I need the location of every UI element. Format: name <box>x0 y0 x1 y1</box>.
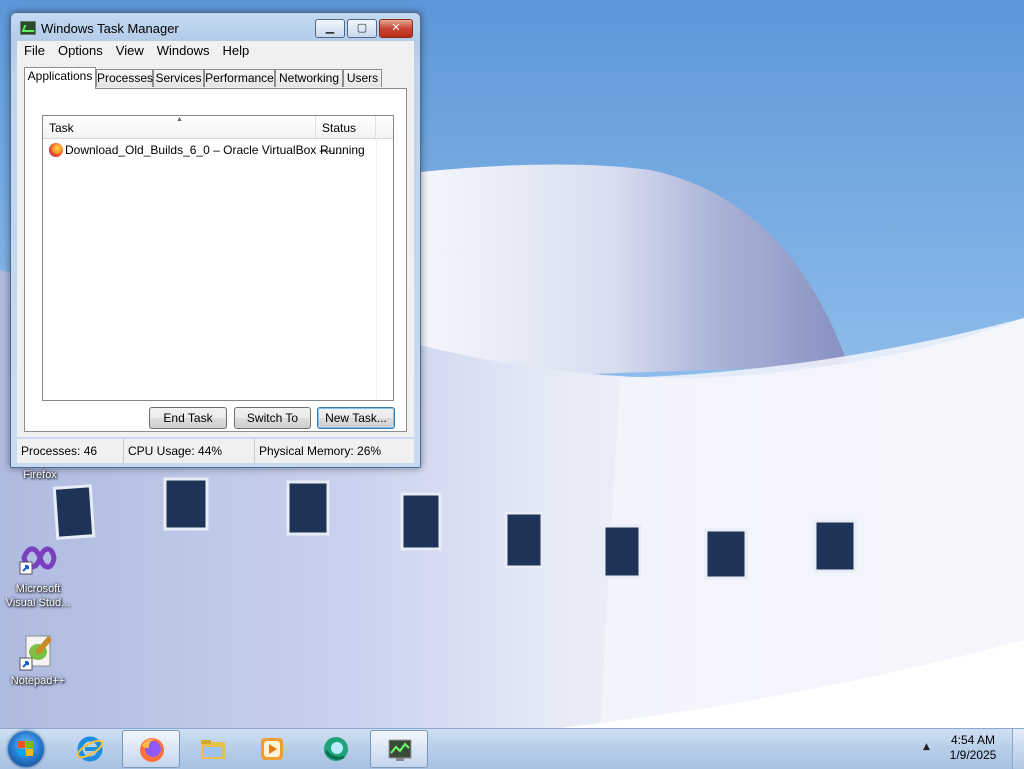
menu-file[interactable]: File <box>17 41 51 58</box>
taskbar: ▲ 4:54 AM 1/9/2025 <box>0 728 1024 769</box>
tab-performance[interactable]: Performance <box>204 69 275 87</box>
show-hidden-icons-icon[interactable]: ▲ <box>923 742 930 752</box>
column-header-status[interactable]: Status <box>316 116 376 138</box>
column-divider <box>376 138 377 400</box>
tab-users[interactable]: Users <box>343 69 382 87</box>
clock-date: 1/9/2025 <box>949 748 997 762</box>
task-manager-icon <box>20 21 36 35</box>
window-titlebar[interactable]: Windows Task Manager ▁ ▢ ✕ <box>11 13 420 43</box>
file-explorer-icon <box>201 740 225 759</box>
minimize-button[interactable]: ▁ <box>315 19 345 38</box>
sort-arrow-icon: ▲ <box>176 116 183 123</box>
menu-help[interactable]: Help <box>215 41 255 58</box>
applications-panel: Task ▲ Status Download_Old_Builds_6_0 – … <box>24 88 407 432</box>
windows-logo-icon <box>18 741 34 757</box>
task-list[interactable]: Task ▲ Status Download_Old_Builds_6_0 – … <box>42 115 394 401</box>
status-processes: Processes: 46 <box>17 439 124 463</box>
app-icon <box>324 737 348 761</box>
menu-options[interactable]: Options <box>51 41 109 58</box>
tab-processes[interactable]: Processes <box>96 69 153 87</box>
status-cpu-usage: CPU Usage: 44% <box>124 439 255 463</box>
task-manager-window: Windows Task Manager ▁ ▢ ✕ File Options Vi… <box>10 12 421 468</box>
window-body: Applications Processes Services Performa… <box>17 61 414 437</box>
media-player-icon <box>261 738 283 760</box>
taskbar-file-explorer[interactable] <box>184 730 242 768</box>
menu-windows[interactable]: Windows <box>150 41 216 58</box>
taskbar-app[interactable] <box>307 730 365 768</box>
new-task-button[interactable]: New Task... <box>317 407 395 429</box>
desktop-icon-notepadpp[interactable]: Notepad++ <box>0 632 76 688</box>
maximize-button[interactable]: ▢ <box>347 19 377 38</box>
list-header: Task ▲ Status <box>43 116 393 139</box>
desktop-icon-visual-studio[interactable]: Microsoft Visual Stud... <box>0 540 76 610</box>
internet-explorer-icon <box>76 736 104 762</box>
taskbar-task-manager[interactable] <box>370 730 428 768</box>
row-status: Running <box>320 143 365 157</box>
show-desktop-button[interactable] <box>1012 729 1024 769</box>
clock-time: 4:54 AM <box>950 733 996 747</box>
close-button[interactable]: ✕ <box>379 19 413 38</box>
taskbar-firefox[interactable] <box>122 730 180 768</box>
visual-studio-icon <box>18 540 58 580</box>
task-manager-icon <box>388 739 412 761</box>
desktop-icon-label: Microsoft Visual Stud... <box>5 583 71 609</box>
switch-to-button[interactable]: Switch To <box>234 407 311 429</box>
firefox-icon <box>140 738 164 762</box>
desktop-icon-label: Firefox <box>23 469 57 481</box>
end-task-button[interactable]: End Task <box>149 407 227 429</box>
menu-view[interactable]: View <box>109 41 150 58</box>
window-title: Windows Task Manager <box>41 21 179 36</box>
system-clock[interactable]: 4:54 AM 1/9/2025 <box>940 733 1006 763</box>
tab-networking[interactable]: Networking <box>275 69 343 87</box>
taskbar-internet-explorer[interactable] <box>61 730 119 768</box>
status-bar: Processes: 46 CPU Usage: 44% Physical Me… <box>17 439 414 463</box>
tab-applications[interactable]: Applications <box>24 67 96 89</box>
row-task-name: Download_Old_Builds_6_0 – Oracle Virtual… <box>65 143 342 157</box>
menu-bar: File Options View Windows Help <box>17 41 414 61</box>
start-button[interactable] <box>8 731 44 767</box>
table-row[interactable]: Download_Old_Builds_6_0 – Oracle Virtual… <box>43 140 393 160</box>
tab-services[interactable]: Services <box>153 69 204 87</box>
status-physical-memory: Physical Memory: 26% <box>259 444 382 458</box>
desktop-icon-label: Notepad++ <box>10 675 66 687</box>
taskbar-media-player[interactable] <box>243 730 301 768</box>
notepad-plus-plus-icon <box>18 632 58 672</box>
firefox-icon <box>49 143 63 157</box>
